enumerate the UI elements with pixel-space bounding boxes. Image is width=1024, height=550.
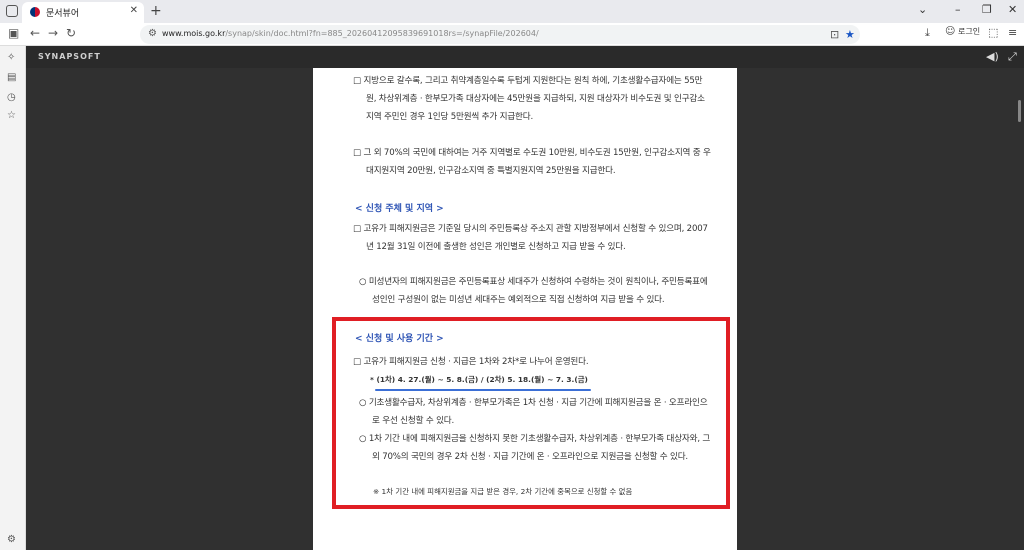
section-heading-applicant: < 신청 주체 및 지역 > <box>355 204 444 214</box>
paragraph-application-region: □ 고유가 피해지원금은 기준일 당시의 주민등록상 주소지 관할 지방정부에서… <box>353 224 708 252</box>
bookmark-star-icon[interactable]: ★ <box>845 28 855 41</box>
copilot-icon[interactable]: ✧ <box>7 52 15 63</box>
address-bar[interactable]: ⚙ www.mois.go.kr/synap/skin/doc.html?fn=… <box>140 25 860 44</box>
tab-title: 문서뷰어 <box>46 9 80 19</box>
paragraph-support-principle: □ 지방으로 갈수록, 그리고 취약계층일수록 두텁게 지원한다는 원칙 하에,… <box>353 76 705 122</box>
minimize-button[interactable]: – <box>955 3 961 16</box>
viewer-brand: SYNAPSOFT <box>38 52 101 61</box>
viewer-header: SYNAPSOFT ◀) ⤢ <box>26 46 1024 68</box>
downloads-icon[interactable]: ⤓ <box>925 26 930 40</box>
highlight-box <box>332 317 730 509</box>
tab-actions-icon[interactable] <box>6 5 18 17</box>
tab-document-viewer[interactable]: 문서뷰어 ✕ <box>22 2 144 23</box>
read-aloud-icon[interactable]: ◀) <box>986 50 999 63</box>
reload-icon[interactable]: ↻ <box>66 26 76 40</box>
favicon-icon <box>30 7 40 17</box>
tab-bar: 문서뷰어 ✕ + ⌄ – ❐ ✕ <box>0 0 1024 23</box>
paragraph-minors: ○ 미성년자의 피해지원금은 주민등록표상 세대주가 신청하여 수령하는 것이 … <box>359 277 708 305</box>
settings-gear-icon[interactable]: ⚙ <box>7 534 16 545</box>
scrollbar-thumb[interactable] <box>1018 100 1021 122</box>
tab-close-icon[interactable]: ✕ <box>130 5 138 16</box>
maximize-button[interactable]: ❐ <box>982 3 992 16</box>
browser-sidebar: ✧ ▤ ◷ ☆ ⚙ <box>0 46 26 550</box>
site-info-icon[interactable]: ⚙ <box>148 28 157 39</box>
new-tab-button[interactable]: + <box>150 3 162 19</box>
browser-toolbar: ▣ ← → ↻ ⚙ www.mois.go.kr/synap/skin/doc.… <box>0 23 1024 46</box>
favorites-icon[interactable]: ☆ <box>7 110 16 121</box>
back-icon[interactable]: ← <box>30 26 40 40</box>
login-button[interactable]: 로그인 <box>958 26 980 37</box>
fullscreen-icon[interactable]: ⤢ <box>1008 50 1017 64</box>
close-window-button[interactable]: ✕ <box>1008 3 1017 16</box>
collections-icon[interactable]: ▤ <box>7 72 16 83</box>
extensions-icon[interactable]: ⬚ <box>988 26 998 39</box>
sidebar-toggle-icon[interactable]: ▣ <box>8 26 19 40</box>
url-text: www.mois.go.kr/synap/skin/doc.html?fn=88… <box>162 29 539 38</box>
menu-icon[interactable]: ≡ <box>1008 26 1017 39</box>
forward-icon[interactable]: → <box>48 26 58 40</box>
history-icon[interactable]: ◷ <box>7 92 16 103</box>
profile-icon[interactable]: ☺ <box>945 26 955 37</box>
paragraph-general-citizens: □ 그 외 70%의 국민에 대하여는 거주 지역별로 수도권 10만원, 비수… <box>353 148 711 176</box>
install-app-icon[interactable]: ⊡ <box>830 28 839 41</box>
tab-search-icon[interactable]: ⌄ <box>918 3 927 16</box>
